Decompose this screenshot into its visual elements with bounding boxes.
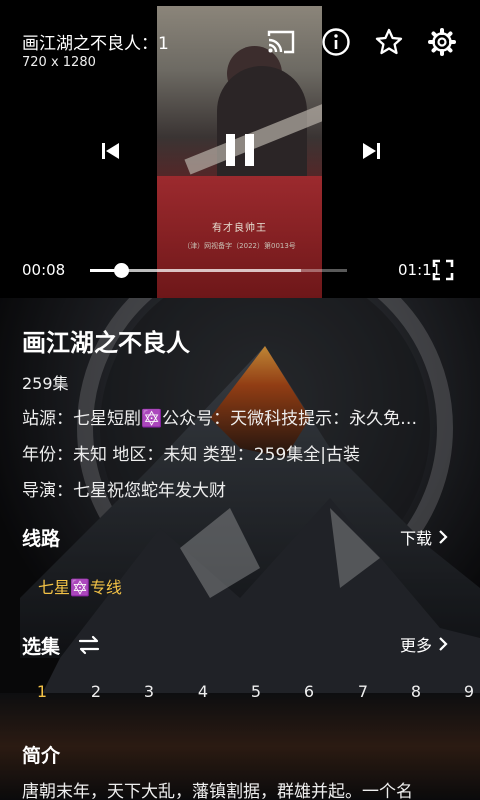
video-license-text: （津）网视备字（2022）第0013号 — [183, 242, 296, 250]
video-scene-robe — [157, 176, 322, 298]
episode-item[interactable]: 6 — [297, 682, 321, 701]
episode-item[interactable]: 4 — [191, 682, 215, 701]
video-subtitle: 有才良帅王 — [212, 223, 267, 234]
episodes-heading: 选集 — [22, 636, 61, 658]
episode-item[interactable]: 8 — [404, 682, 428, 701]
video-title: 画江湖之不良人：1 — [22, 34, 169, 54]
episode-item[interactable]: 9 — [457, 682, 480, 701]
episode-item[interactable]: 2 — [84, 682, 108, 701]
episode-item[interactable]: 1 — [30, 682, 54, 701]
episode-item[interactable]: 3 — [137, 682, 161, 701]
cast-icon[interactable] — [266, 27, 296, 57]
pause-icon[interactable] — [220, 128, 260, 172]
episode-count: 259集 — [22, 374, 69, 393]
episode-item[interactable]: 7 — [351, 682, 375, 701]
download-button[interactable]: 下载 — [400, 525, 448, 549]
route-option[interactable]: 七星🔯专线 — [38, 574, 122, 598]
gear-icon[interactable] — [427, 27, 457, 57]
info-icon[interactable] — [321, 27, 351, 57]
chevron-right-icon — [439, 530, 448, 544]
episode-item[interactable]: 5 — [244, 682, 268, 701]
meta-info: 年份：未知 地区：未知 类型：259集全|古装 — [22, 445, 360, 465]
current-time: 00:08 — [22, 261, 66, 279]
seek-bar[interactable] — [90, 263, 347, 278]
seek-thumb[interactable] — [113, 263, 129, 278]
director-info: 导演：七星祝您蛇年发大财 — [22, 481, 226, 501]
intro-text: 唐朝末年，天下大乱，藩镇割据，群雄并起。一个名 — [22, 782, 413, 800]
mountain-background — [0, 298, 480, 800]
skip-next-icon[interactable] — [358, 138, 384, 164]
skip-previous-icon[interactable] — [98, 138, 124, 164]
star-outline-icon[interactable] — [374, 27, 404, 57]
chevron-right-icon — [439, 637, 448, 651]
download-label: 下载 — [400, 529, 433, 548]
source-info: 站源：七星短剧🔯公众号：天微科技提示：永久免… — [22, 409, 418, 429]
video-resolution: 720 x 1280 — [22, 55, 96, 70]
route-heading: 线路 — [22, 528, 61, 550]
video-player[interactable]: 有才良帅王 （津）网视备字（2022）第0013号 画江湖之不良人：1 720 … — [0, 0, 480, 298]
sort-swap-icon[interactable] — [78, 635, 100, 655]
details-panel: 画江湖之不良人 259集 站源：七星短剧🔯公众号：天微科技提示：永久免… 年份：… — [0, 298, 480, 800]
more-episodes-button[interactable]: 更多 — [400, 632, 448, 656]
show-title: 画江湖之不良人 — [22, 329, 190, 357]
intro-heading: 简介 — [22, 745, 61, 767]
more-label: 更多 — [400, 636, 433, 655]
fullscreen-icon[interactable] — [432, 259, 454, 281]
